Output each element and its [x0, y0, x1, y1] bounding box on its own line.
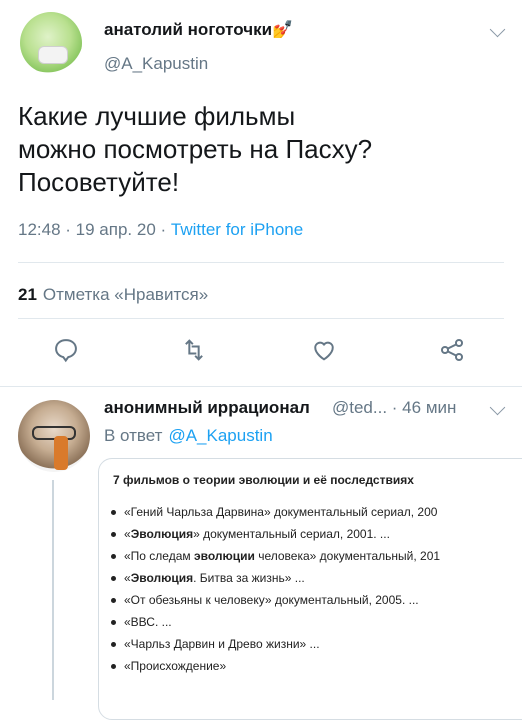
divider — [18, 262, 504, 263]
retweet-icon[interactable] — [180, 336, 208, 364]
avatar[interactable] — [18, 400, 90, 472]
likes-label: Отметка «Нравится» — [42, 285, 209, 304]
reply-to: В ответ @A_Kapustin — [104, 426, 273, 446]
list-item: «Гений Чарльза Дарвина» документальный с… — [111, 501, 440, 523]
divider — [0, 386, 522, 387]
avatar[interactable] — [20, 12, 82, 74]
card-title: 7 фильмов о теории эволюции и её последс… — [113, 473, 414, 487]
like-icon[interactable] — [310, 336, 338, 364]
divider — [18, 318, 504, 319]
user-handle[interactable]: @A_Kapustin — [104, 54, 208, 74]
display-name[interactable]: анонимный иррационал — [104, 398, 310, 418]
list-item: «ВВС. ... — [111, 611, 440, 633]
reply-to-prefix: В ответ — [104, 426, 163, 445]
list-item: «От обезьяны к человеку» документальный,… — [111, 589, 440, 611]
thread-line — [52, 480, 54, 700]
film-list: «Гений Чарльза Дарвина» документальный с… — [111, 501, 440, 677]
mention-link[interactable]: @A_Kapustin — [168, 426, 272, 445]
likes-count: 21 — [18, 285, 37, 304]
tweet-time: 12:48 — [18, 220, 61, 239]
tweet-time: · 46 мин — [391, 398, 457, 417]
user-handle[interactable]: @ted... — [332, 398, 387, 417]
tweet-source[interactable]: Twitter for iPhone — [171, 220, 303, 239]
reply-icon[interactable] — [52, 336, 80, 364]
display-name[interactable]: анатолий ноготочки💅 — [104, 20, 293, 40]
attached-image-card[interactable]: 7 фильмов о теории эволюции и её последс… — [98, 458, 522, 720]
list-item: «Происхождение» — [111, 655, 440, 677]
list-item: «Эволюция. Битва за жизнь» ... — [111, 567, 440, 589]
tweet-text: Какие лучшие фильмы можно посмотреть на … — [18, 101, 373, 197]
likes-count-link[interactable]: 21 Отметка «Нравится» — [18, 285, 208, 305]
tweet-meta: 12:48 · 19 апр. 20 · Twitter for iPhone — [18, 220, 304, 239]
user-handle-and-time: @ted... · 46 мин — [332, 398, 456, 418]
chevron-down-icon[interactable] — [489, 399, 506, 416]
share-icon[interactable] — [438, 336, 466, 364]
list-item: «Эволюция» документальный сериал, 2001. … — [111, 523, 440, 545]
tweet-date: 19 апр. 20 — [75, 220, 156, 239]
list-item: «По следам эволюции человека» документал… — [111, 545, 440, 567]
chevron-down-icon[interactable] — [489, 21, 506, 38]
list-item: «Чарльз Дарвин и Древо жизни» ... — [111, 633, 440, 655]
